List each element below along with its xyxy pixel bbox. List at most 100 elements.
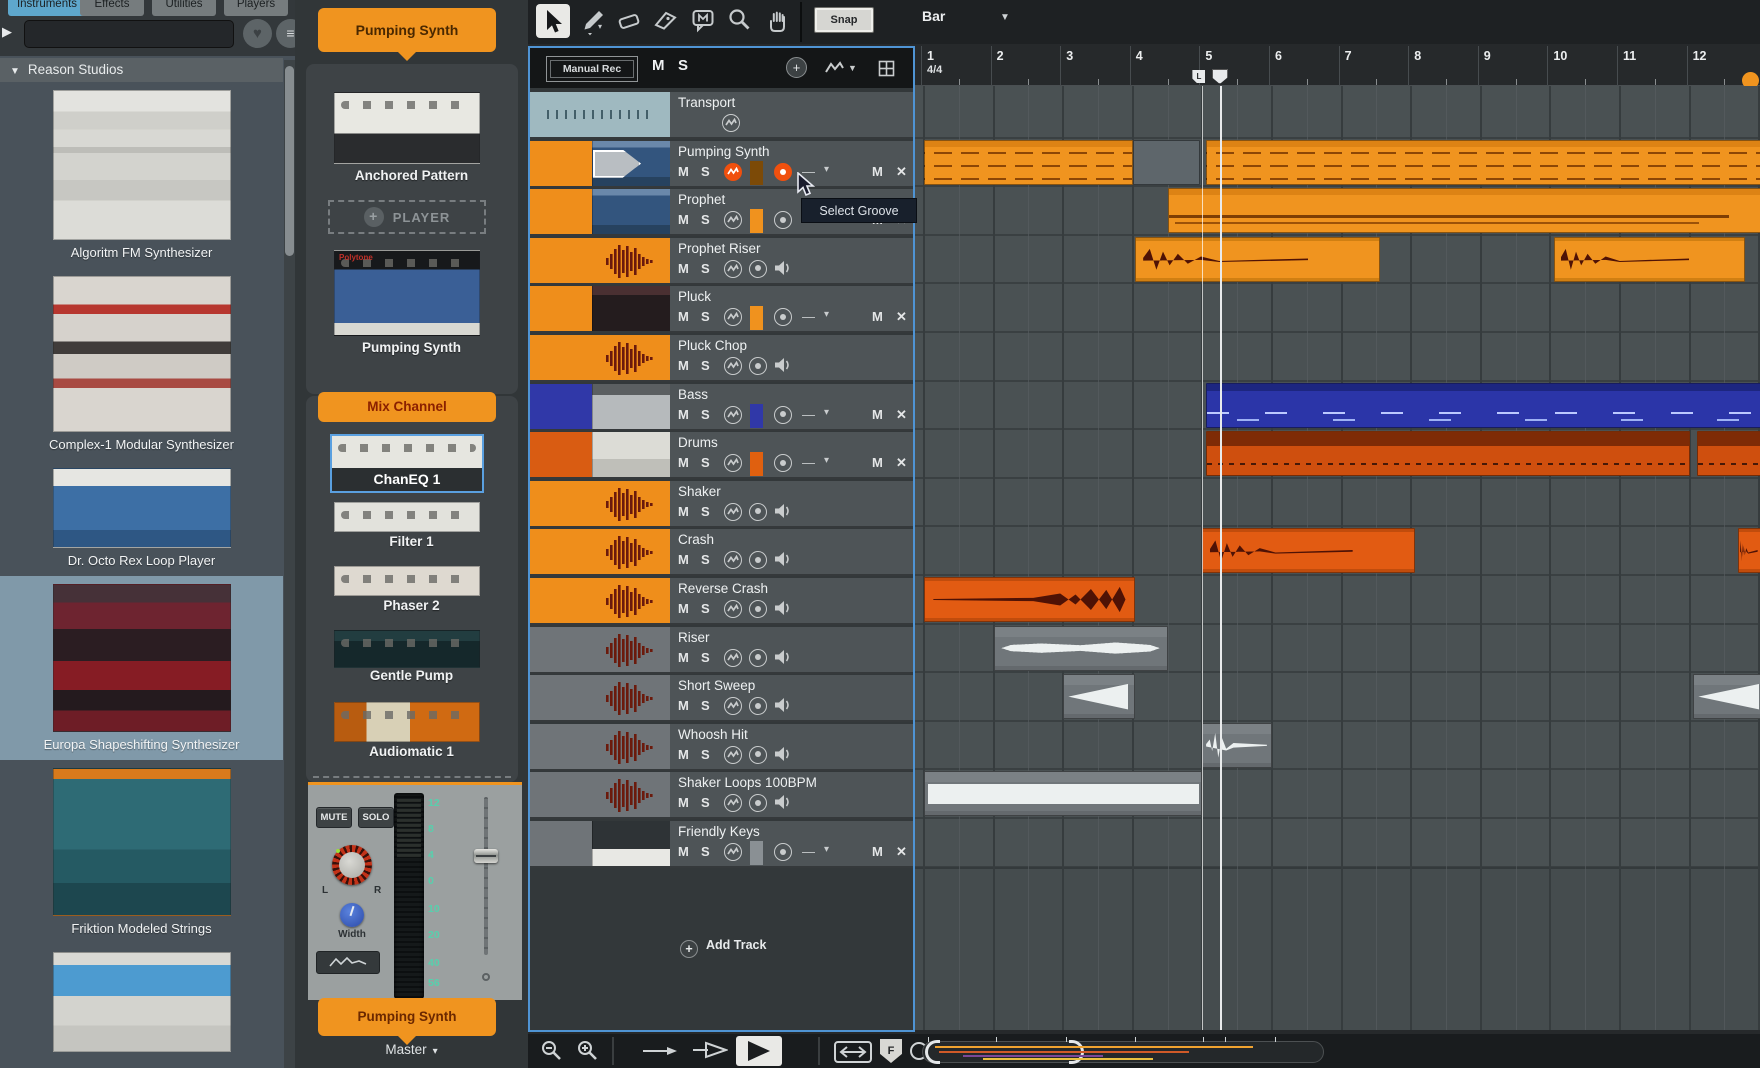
groove-icon[interactable] <box>724 794 742 812</box>
record-enable-button[interactable] <box>774 163 792 181</box>
track-solo-button[interactable]: S <box>701 261 710 276</box>
track-delete-button[interactable]: ✕ <box>896 407 907 423</box>
record-enable-button[interactable] <box>749 697 767 715</box>
track-mute-button[interactable]: M <box>678 795 689 810</box>
record-enable-button[interactable] <box>749 746 767 764</box>
track-mute-button[interactable]: M <box>678 455 689 470</box>
record-enable-button[interactable] <box>749 357 767 375</box>
clip-prophet-riser[interactable] <box>1554 237 1745 282</box>
track-mute-button[interactable]: M <box>678 407 689 422</box>
record-enable-button[interactable] <box>774 406 792 424</box>
groove-icon[interactable] <box>724 551 742 569</box>
track-delete-button[interactable]: ✕ <box>896 455 907 471</box>
track-solo-button[interactable]: S <box>701 552 710 567</box>
track-row-bass[interactable]: BassMS—▾M✕ <box>530 384 913 431</box>
groove-icon[interactable] <box>724 697 742 715</box>
add-track-button[interactable]: +Add Track <box>680 938 766 958</box>
track-row-shaker-loops-100bpm[interactable]: Shaker Loops 100BPMMS <box>530 772 913 819</box>
groove-amount-field[interactable]: — <box>802 455 815 470</box>
track-row-friendly-keys[interactable]: Friendly KeysMS—▾M✕ <box>530 821 913 868</box>
speaker-icon[interactable] <box>774 551 792 569</box>
width-knob[interactable] <box>340 903 364 927</box>
groove-select-dropdown-icon[interactable]: ▾ <box>824 309 829 320</box>
groove-amount-field[interactable]: — <box>802 309 815 324</box>
follow-off-button[interactable] <box>640 1042 680 1060</box>
track-color-swatch[interactable] <box>750 452 763 476</box>
track-row-pumping-synth[interactable]: Pumping SynthMS—▾M✕ <box>530 141 913 188</box>
mix-device-audiomatic-1[interactable] <box>334 702 480 742</box>
track-solo-button[interactable]: S <box>701 309 710 324</box>
speaker-icon[interactable] <box>774 794 792 812</box>
track-color-swatch[interactable] <box>750 209 763 233</box>
select-tool-button[interactable] <box>536 4 570 38</box>
groove-select-dropdown-icon[interactable]: ▾ <box>824 164 829 175</box>
clip-pumping-synth[interactable] <box>924 140 1133 185</box>
track-color-swatch[interactable] <box>750 404 763 428</box>
browser-section-header[interactable]: ▼Reason Studios <box>0 58 283 82</box>
header-groove-icon[interactable] <box>824 60 844 76</box>
snap-button[interactable]: Snap <box>814 7 874 33</box>
track-mute-button[interactable]: M <box>678 650 689 665</box>
track-row-crash[interactable]: CrashMS <box>530 529 913 576</box>
track-row-short-sweep[interactable]: Short SweepMS <box>530 675 913 722</box>
follow-page-button[interactable] <box>690 1040 730 1060</box>
track-mute-button[interactable]: M <box>678 309 689 324</box>
clip-drums[interactable] <box>1206 431 1690 476</box>
groove-icon[interactable] <box>724 600 742 618</box>
clip-crash[interactable] <box>1202 528 1414 573</box>
groove-icon[interactable] <box>724 308 742 326</box>
tab-instruments[interactable]: Instruments <box>8 0 86 16</box>
track-solo-button[interactable]: S <box>701 504 710 519</box>
groove-icon[interactable] <box>722 114 740 132</box>
track-color-swatch[interactable] <box>750 161 763 185</box>
scope-button[interactable] <box>316 951 380 974</box>
clip-resize-button[interactable] <box>834 1041 872 1063</box>
clip-prophet-riser[interactable] <box>1135 237 1380 282</box>
browser-menu-button[interactable]: ≡ <box>276 19 295 48</box>
track-solo-button[interactable]: S <box>701 844 710 859</box>
track-delete-button[interactable]: ✕ <box>896 309 907 325</box>
record-enable-button[interactable] <box>774 843 792 861</box>
browser-item-grain[interactable] <box>0 944 283 1065</box>
groove-icon[interactable] <box>724 843 742 861</box>
clip-whoosh-hit[interactable] <box>1202 723 1272 768</box>
track-mute-button[interactable]: M <box>678 698 689 713</box>
header-add-button[interactable]: + <box>786 57 807 78</box>
rack-device-pumping-synth[interactable] <box>334 250 480 336</box>
mix-device-gentle-pump[interactable] <box>334 630 480 668</box>
arrangement-grid[interactable] <box>915 86 1760 1030</box>
pencil-tool-button[interactable]: ▾ <box>576 4 610 38</box>
browser-item-dr-octo-rex-loop-player[interactable]: Dr. Octo Rex Loop Player <box>0 460 283 576</box>
groove-select-dropdown-icon[interactable]: ▾ <box>824 455 829 466</box>
mute-button[interactable]: MUTE <box>316 807 352 828</box>
mute-tool-button[interactable] <box>686 4 720 38</box>
track-solo-button[interactable]: S <box>701 650 710 665</box>
tab-utilities[interactable]: Utilities <box>152 0 216 16</box>
speaker-icon[interactable] <box>774 260 792 278</box>
follow-scroll-button[interactable] <box>736 1036 782 1066</box>
track-mute-button[interactable]: M <box>678 747 689 762</box>
track-row-prophet-riser[interactable]: Prophet RiserMS <box>530 238 913 285</box>
track-solo-button[interactable]: S <box>701 455 710 470</box>
clip-shaker-loops-100bpm[interactable] <box>924 771 1202 816</box>
track-mute-button[interactable]: M <box>678 358 689 373</box>
timeline-ruler[interactable]: 1234567891011124/4L <box>915 46 1760 86</box>
browser-item-algoritm-fm-synthesizer[interactable]: Algoritm FM Synthesizer <box>0 82 283 268</box>
track-color-swatch[interactable] <box>750 306 763 330</box>
track-solo-button[interactable]: S <box>701 698 710 713</box>
zoom-out-button[interactable] <box>536 1039 566 1063</box>
eraser-tool-button[interactable] <box>612 4 646 38</box>
speaker-icon[interactable] <box>774 746 792 764</box>
track-solo-button[interactable]: S <box>701 601 710 616</box>
browser-scrollbar[interactable] <box>284 60 295 1068</box>
favorites-button[interactable]: ♥ <box>243 19 272 48</box>
track-row-pluck[interactable]: PluckMS—▾M✕ <box>530 286 913 333</box>
track-output-mute-button[interactable]: M <box>872 455 883 470</box>
track-row-whoosh-hit[interactable]: Whoosh HitMS <box>530 724 913 771</box>
tab-players[interactable]: Players <box>224 0 288 16</box>
groove-amount-field[interactable]: — <box>802 844 815 859</box>
block-view-icon[interactable] <box>878 60 895 77</box>
track-mute-button[interactable]: M <box>678 504 689 519</box>
groove-icon[interactable] <box>724 260 742 278</box>
header-mute-button[interactable]: M <box>652 57 665 74</box>
